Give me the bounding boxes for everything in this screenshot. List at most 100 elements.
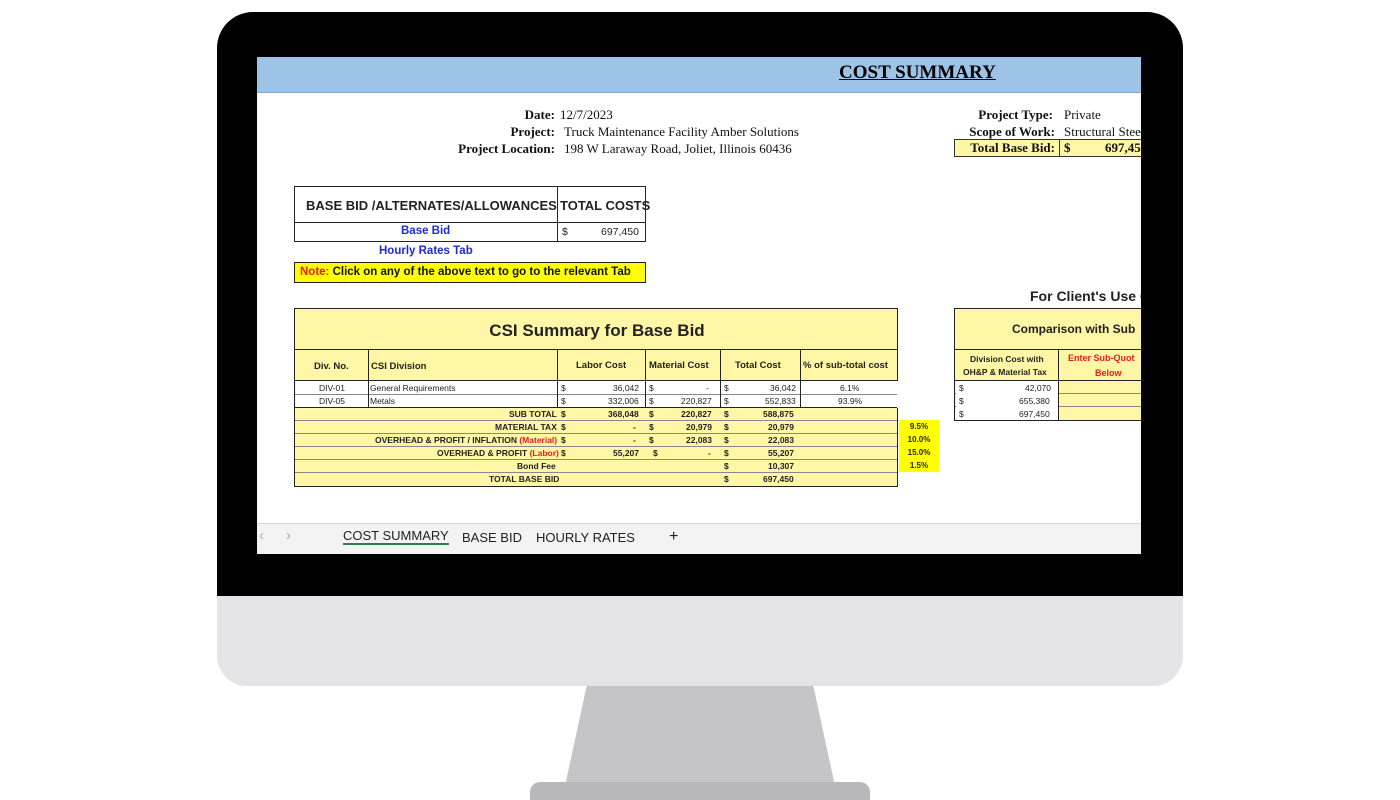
cmp-row3-value[interactable]: 697,450 bbox=[1019, 409, 1050, 419]
col-div-no: Div. No. bbox=[314, 361, 349, 372]
total-base-bid-row-total: 697,450 bbox=[763, 474, 794, 484]
subtotal-total-currency: $ bbox=[724, 409, 729, 419]
ohp-labor-material-currency: $ bbox=[653, 448, 658, 458]
material-tax-label: MATERIAL TAX bbox=[495, 422, 557, 432]
base-bid-link[interactable]: Base Bid bbox=[401, 225, 450, 237]
material-tax-total-currency: $ bbox=[724, 422, 729, 432]
row1-total-currency: $ bbox=[724, 383, 729, 393]
tab-scroll-prev-icon[interactable]: ‹ bbox=[259, 527, 264, 544]
subtotal-total: 588,875 bbox=[763, 409, 794, 419]
row2-material-currency: $ bbox=[649, 396, 654, 406]
total-base-bid-row-currency: $ bbox=[724, 474, 729, 484]
bond-fee-total: 10,307 bbox=[768, 461, 794, 471]
base-bid-value: 697,450 bbox=[601, 226, 639, 238]
row1-labor[interactable]: 36,042 bbox=[613, 383, 639, 393]
date-value[interactable]: 12/7/2023 bbox=[560, 107, 613, 123]
tab-base-bid[interactable]: BASE BID bbox=[462, 530, 522, 545]
title-band bbox=[257, 57, 1141, 93]
col-total-cost: Total Cost bbox=[735, 360, 781, 371]
ohp-labor-label: OVERHEAD & PROFIT (Labor) bbox=[437, 448, 559, 458]
material-tax-labor-currency: $ bbox=[561, 422, 566, 432]
row1-name[interactable]: General Requirements bbox=[370, 383, 456, 393]
cmp-row2-currency: $ bbox=[959, 396, 964, 406]
sub-quote-header-1: Enter Sub-Quot bbox=[1068, 353, 1135, 363]
ohp-material-label: OVERHEAD & PROFIT / INFLATION (Material) bbox=[375, 435, 558, 445]
note-prefix: Note: bbox=[300, 266, 330, 278]
csi-table-title: CSI Summary for Base Bid bbox=[489, 321, 705, 340]
row2-name[interactable]: Metals bbox=[370, 396, 395, 406]
ohp-labor-labor-currency: $ bbox=[561, 448, 566, 458]
cmp-row1-value[interactable]: 42,070 bbox=[1025, 383, 1051, 393]
material-tax-material: 20,979 bbox=[686, 422, 712, 432]
tab-scroll-next-icon[interactable]: › bbox=[286, 527, 291, 544]
bond-fee-rate[interactable]: 1.5% bbox=[899, 459, 939, 472]
subtotal-labor-currency: $ bbox=[561, 409, 566, 419]
sheet-title: COST SUMMARY bbox=[839, 62, 996, 83]
row2-pct[interactable]: 93.9% bbox=[838, 396, 862, 406]
division-cost-header-2: OH&P & Material Tax bbox=[963, 367, 1047, 377]
row2-material[interactable]: 220,827 bbox=[681, 396, 712, 406]
comparison-title: Comparison with Sub bbox=[1012, 322, 1136, 336]
total-base-bid-row-label: TOTAL BASE BID bbox=[489, 474, 560, 484]
row2-labor[interactable]: 332,006 bbox=[608, 396, 639, 406]
division-cost-header-1: Division Cost with bbox=[970, 354, 1044, 364]
cmp-row2-value[interactable]: 655,380 bbox=[1019, 396, 1050, 406]
material-tax-total: 20,979 bbox=[768, 422, 794, 432]
subtotal-material: 220,827 bbox=[681, 409, 712, 419]
material-tax-rate[interactable]: 9.5% bbox=[899, 420, 939, 433]
project-value[interactable]: Truck Maintenance Facility Amber Solutio… bbox=[564, 124, 799, 140]
project-label: Project: bbox=[510, 124, 555, 139]
scope-label: Scope of Work: bbox=[969, 124, 1055, 139]
ohp-labor-total-currency: $ bbox=[724, 448, 729, 458]
row1-pct[interactable]: 6.1% bbox=[840, 383, 859, 393]
cmp-row3-currency: $ bbox=[959, 409, 964, 419]
base-bid-currency: $ bbox=[562, 226, 568, 238]
col-csi-division: CSI Division bbox=[371, 361, 427, 372]
subtotal-labor: 368,048 bbox=[608, 409, 639, 419]
add-sheet-icon[interactable]: + bbox=[669, 528, 678, 546]
ohp-material-material-currency: $ bbox=[649, 435, 654, 445]
tab-hourly-rates[interactable]: HOURLY RATES bbox=[536, 530, 635, 545]
row1-material-currency: $ bbox=[649, 383, 654, 393]
sheet-tab-bar: ‹ › COST SUMMARY BASE BID HOURLY RATES + bbox=[257, 523, 1141, 554]
monitor-stand bbox=[565, 686, 835, 786]
ohp-material-total-currency: $ bbox=[724, 435, 729, 445]
hourly-rates-link[interactable]: Hourly Rates Tab bbox=[379, 245, 473, 257]
comparison-table: Comparison with Sub Division Cost with O… bbox=[954, 308, 1141, 421]
ohp-material-total: 22,083 bbox=[768, 435, 794, 445]
location-label: Project Location: bbox=[458, 141, 555, 156]
total-costs-header: TOTAL COSTS bbox=[560, 198, 651, 213]
ohp-material-labor: - bbox=[633, 435, 636, 445]
monitor-chin bbox=[217, 596, 1183, 686]
ohp-material-rate[interactable]: 10.0% bbox=[899, 433, 939, 446]
col-labor-cost: Labor Cost bbox=[576, 360, 627, 371]
col-pct-subtotal: % of sub-total cost bbox=[803, 360, 888, 371]
total-base-bid-label: Total Base Bid: bbox=[970, 140, 1055, 155]
row1-labor-currency: $ bbox=[561, 383, 566, 393]
location-value[interactable]: 198 W Laraway Road, Joliet, Illinois 604… bbox=[564, 141, 792, 157]
material-tax-material-currency: $ bbox=[649, 422, 654, 432]
row2-total[interactable]: 552,833 bbox=[765, 396, 796, 406]
scope-value[interactable]: Structural Steel bbox=[1064, 124, 1141, 140]
monitor-stand-base bbox=[530, 782, 870, 800]
subtotal-label: SUB TOTAL bbox=[509, 409, 557, 419]
total-base-bid-currency: $ bbox=[1064, 140, 1071, 155]
tab-cost-summary[interactable]: COST SUMMARY bbox=[343, 528, 449, 545]
col-material-cost: Material Cost bbox=[649, 360, 709, 371]
sub-quote-header-2: Below bbox=[1095, 368, 1122, 378]
row1-total[interactable]: 36,042 bbox=[770, 383, 796, 393]
bond-fee-currency: $ bbox=[724, 461, 729, 471]
ohp-labor-rate[interactable]: 15.0% bbox=[899, 446, 939, 459]
row1-div[interactable]: DIV-01 bbox=[319, 383, 345, 393]
total-base-bid-value[interactable]: 697,450 bbox=[1105, 140, 1141, 156]
project-type-label: Project Type: bbox=[978, 107, 1053, 122]
row1-material[interactable]: - bbox=[706, 383, 709, 393]
base-bid-header: BASE BID /ALTERNATES/ALLOWANCES bbox=[306, 198, 557, 213]
client-use-title: For Client's Use O bbox=[1030, 288, 1141, 304]
date-label: Date: bbox=[524, 107, 555, 122]
base-bid-table: BASE BID /ALTERNATES/ALLOWANCES TOTAL CO… bbox=[294, 186, 650, 242]
row2-div[interactable]: DIV-05 bbox=[319, 396, 345, 406]
ohp-material-material: 22,083 bbox=[686, 435, 712, 445]
ohp-labor-total: 55,207 bbox=[768, 448, 794, 458]
project-type-value[interactable]: Private bbox=[1064, 107, 1101, 123]
